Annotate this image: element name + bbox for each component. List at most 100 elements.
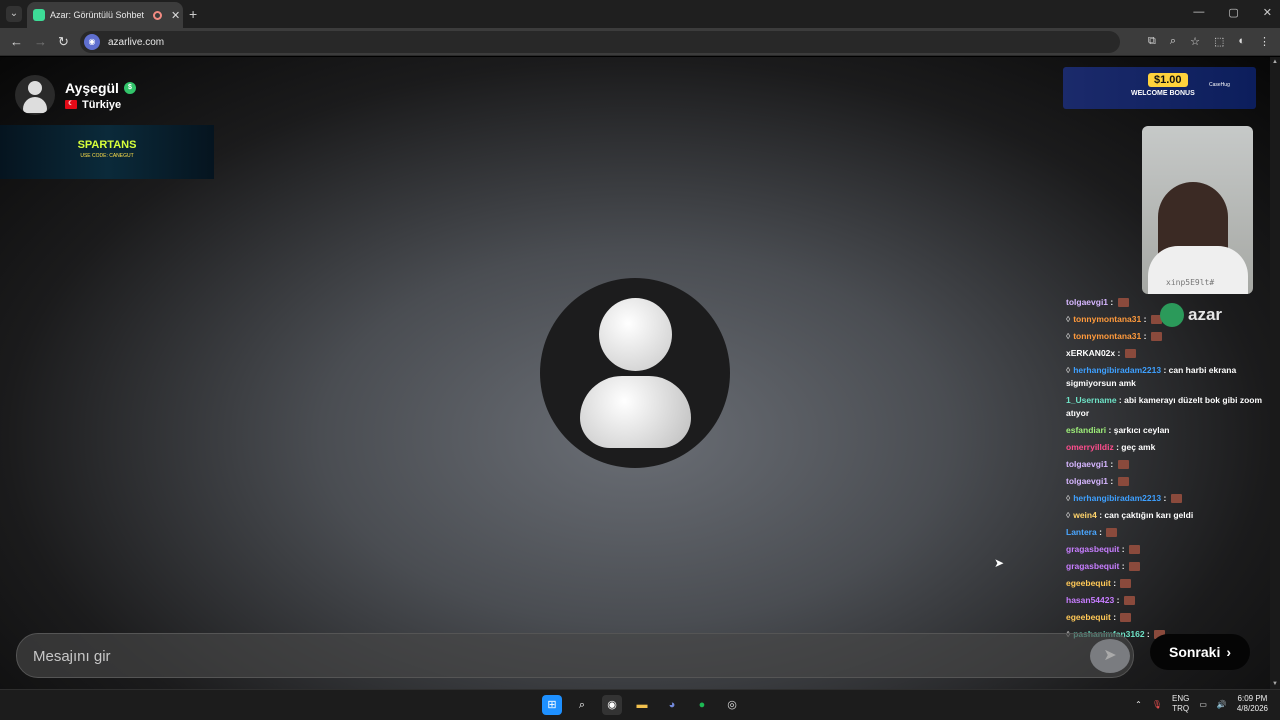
- chat-username[interactable]: herhangibiradam2213: [1073, 493, 1161, 503]
- chat-message: gragasbequit :: [1062, 558, 1270, 575]
- chat-username[interactable]: tolgaevgi1: [1066, 476, 1108, 486]
- chat-text: şarkıcı ceylan: [1113, 425, 1170, 435]
- window-controls: — ▢ ✕: [1193, 6, 1272, 19]
- chat-emote-icon: [1124, 349, 1136, 359]
- chat-username[interactable]: wein4: [1073, 510, 1097, 520]
- chat-emote-icon: [1170, 494, 1182, 504]
- extensions-icon[interactable]: ⬚: [1214, 35, 1224, 48]
- turkey-flag-icon: ☾: [65, 100, 77, 109]
- chat-username[interactable]: tolgaevgi1: [1066, 297, 1108, 307]
- spotify-icon[interactable]: ●: [692, 695, 712, 715]
- chat-username[interactable]: omerryilldiz: [1066, 442, 1114, 452]
- install-app-icon[interactable]: ⧉: [1148, 35, 1156, 48]
- network-icon[interactable]: ▭: [1199, 700, 1207, 709]
- chat-emote-icon: [1150, 332, 1162, 342]
- chat-message: xERKAN02x :: [1062, 345, 1270, 362]
- chat-emote-icon: [1128, 562, 1140, 572]
- avatar: [15, 75, 55, 115]
- chat-message: esfandiari : şarkıcı ceylan: [1062, 422, 1270, 439]
- language-indicator[interactable]: ENG TRQ: [1172, 694, 1189, 714]
- azar-logo-text: azar: [1188, 305, 1223, 324]
- chevron-right-icon: ›: [1226, 644, 1232, 660]
- subscriber-badge-icon: ◊: [1066, 493, 1071, 503]
- verified-badge-icon: $: [123, 81, 136, 94]
- subscriber-badge-icon: ◊: [1066, 510, 1071, 520]
- chat-emote-icon: [1120, 613, 1132, 623]
- chat-message: tolgaevgi1 :: [1062, 456, 1270, 473]
- chat-emote-icon: [1117, 298, 1129, 308]
- azar-favicon-icon: [33, 9, 45, 21]
- chat-username[interactable]: tolgaevgi1: [1066, 459, 1108, 469]
- volume-icon[interactable]: 🔊: [1217, 700, 1227, 709]
- chat-username[interactable]: gragasbequit: [1066, 561, 1119, 571]
- tab-search-button[interactable]: ⌄: [6, 6, 22, 22]
- clock[interactable]: 6:09 PM 4/8/2026: [1237, 694, 1268, 714]
- obs-icon[interactable]: ◎: [722, 695, 742, 715]
- tray-chevron-up-icon[interactable]: ⌃: [1135, 700, 1142, 709]
- chat-message: egeebequit :: [1062, 609, 1270, 626]
- azar-logo: azar: [1160, 303, 1222, 327]
- search-icon[interactable]: ⌕: [572, 695, 592, 715]
- address-bar: ← → ↻ ◉ azarlive.com ⧉ ⌕ ☆ ⬚ ◐ ⋮: [0, 28, 1280, 56]
- send-button[interactable]: ➤: [1090, 639, 1130, 673]
- url-field[interactable]: ◉ azarlive.com: [80, 31, 1120, 53]
- close-tab-icon[interactable]: ✕: [171, 9, 180, 22]
- scroll-up-icon[interactable]: ▲: [1272, 59, 1278, 65]
- chat-username[interactable]: 1_Username: [1066, 395, 1117, 405]
- partner-country-row: ☾ Türkiye: [65, 99, 136, 111]
- casehug-ad-banner[interactable]: $1.00 WELCOME BONUS CaseHug: [1063, 67, 1256, 109]
- chat-username[interactable]: xERKAN02x: [1066, 348, 1115, 358]
- chat-username[interactable]: egeebequit: [1066, 578, 1111, 588]
- chat-username[interactable]: herhangibiradam2213: [1073, 365, 1161, 375]
- chat-username[interactable]: tonnymontana31: [1073, 331, 1141, 341]
- chat-message: tolgaevgi1 :: [1062, 473, 1270, 490]
- chrome-icon[interactable]: ◉: [602, 695, 622, 715]
- spartans-banner: SPARTANS USE CODE: CANEGUT: [0, 125, 214, 179]
- message-input[interactable]: [33, 644, 1053, 668]
- placeholder-avatar-icon: [540, 278, 730, 468]
- new-tab-button[interactable]: +: [189, 6, 197, 22]
- close-window-icon[interactable]: ✕: [1263, 6, 1272, 19]
- recording-icon: [153, 10, 162, 20]
- system-tray: ⌃ 🎙 ENG TRQ ▭ 🔊 6:09 PM 4/8/2026: [1135, 694, 1268, 714]
- discord-icon[interactable]: ◕: [662, 695, 682, 715]
- scroll-down-icon[interactable]: ▼: [1272, 681, 1278, 687]
- back-icon[interactable]: ←: [10, 34, 23, 49]
- forward-icon[interactable]: →: [34, 34, 47, 49]
- chat-emote-icon: [1123, 596, 1135, 606]
- chat-username[interactable]: hasan54423: [1066, 595, 1114, 605]
- maximize-icon[interactable]: ▢: [1228, 6, 1238, 19]
- bookmark-star-icon[interactable]: ☆: [1190, 35, 1200, 48]
- chat-separator: :: [1114, 595, 1122, 605]
- banner-subtitle: USE CODE: CANEGUT: [80, 153, 134, 159]
- chat-separator: :: [1115, 348, 1123, 358]
- zoom-icon[interactable]: ⌕: [1170, 35, 1176, 48]
- chat-username[interactable]: egeebequit: [1066, 612, 1111, 622]
- windows-start-icon[interactable]: ⊞: [542, 695, 562, 715]
- chat-message: ◊ tonnymontana31 :: [1062, 328, 1270, 345]
- file-explorer-icon[interactable]: ▬: [632, 695, 652, 715]
- microphone-icon[interactable]: 🎙: [1152, 700, 1162, 709]
- site-info-icon[interactable]: ◉: [84, 34, 100, 50]
- chat-separator: :: [1144, 629, 1153, 639]
- chat-username[interactable]: tonnymontana31: [1073, 314, 1141, 324]
- partner-profile[interactable]: Ayşegül $ ☾ Türkiye: [15, 75, 136, 115]
- browser-tools: ⧉ ⌕ ☆ ⬚ ◐ ⋮: [1148, 35, 1270, 48]
- ad-price: $1.00: [1148, 73, 1188, 87]
- chat-separator: :: [1096, 527, 1105, 537]
- video-chat-page: Ayşegül $ ☾ Türkiye SPARTANS USE CODE: C…: [0, 57, 1270, 689]
- chat-username[interactable]: Lantera: [1066, 527, 1097, 537]
- menu-icon[interactable]: ⋮: [1259, 35, 1270, 48]
- next-button[interactable]: Sonraki ›: [1150, 634, 1250, 670]
- lang-bottom: TRQ: [1172, 704, 1190, 713]
- reload-icon[interactable]: ↻: [58, 34, 69, 50]
- webcam-watermark: xinp5E9lt#: [1166, 278, 1215, 287]
- page-scrollbar[interactable]: ▲ ▼: [1270, 57, 1280, 689]
- browser-tab[interactable]: Azar: Görüntülü Sohbet & Y ✕: [27, 2, 183, 28]
- chat-message: 1_Username : abi kamerayı düzelt bok gib…: [1062, 392, 1270, 422]
- minimize-icon[interactable]: —: [1193, 6, 1204, 19]
- tab-title: Azar: Görüntülü Sohbet & Y: [50, 10, 146, 20]
- chat-username[interactable]: esfandiari: [1066, 425, 1106, 435]
- profile-icon[interactable]: ◐: [1238, 35, 1245, 48]
- chat-username[interactable]: gragasbequit: [1066, 544, 1119, 554]
